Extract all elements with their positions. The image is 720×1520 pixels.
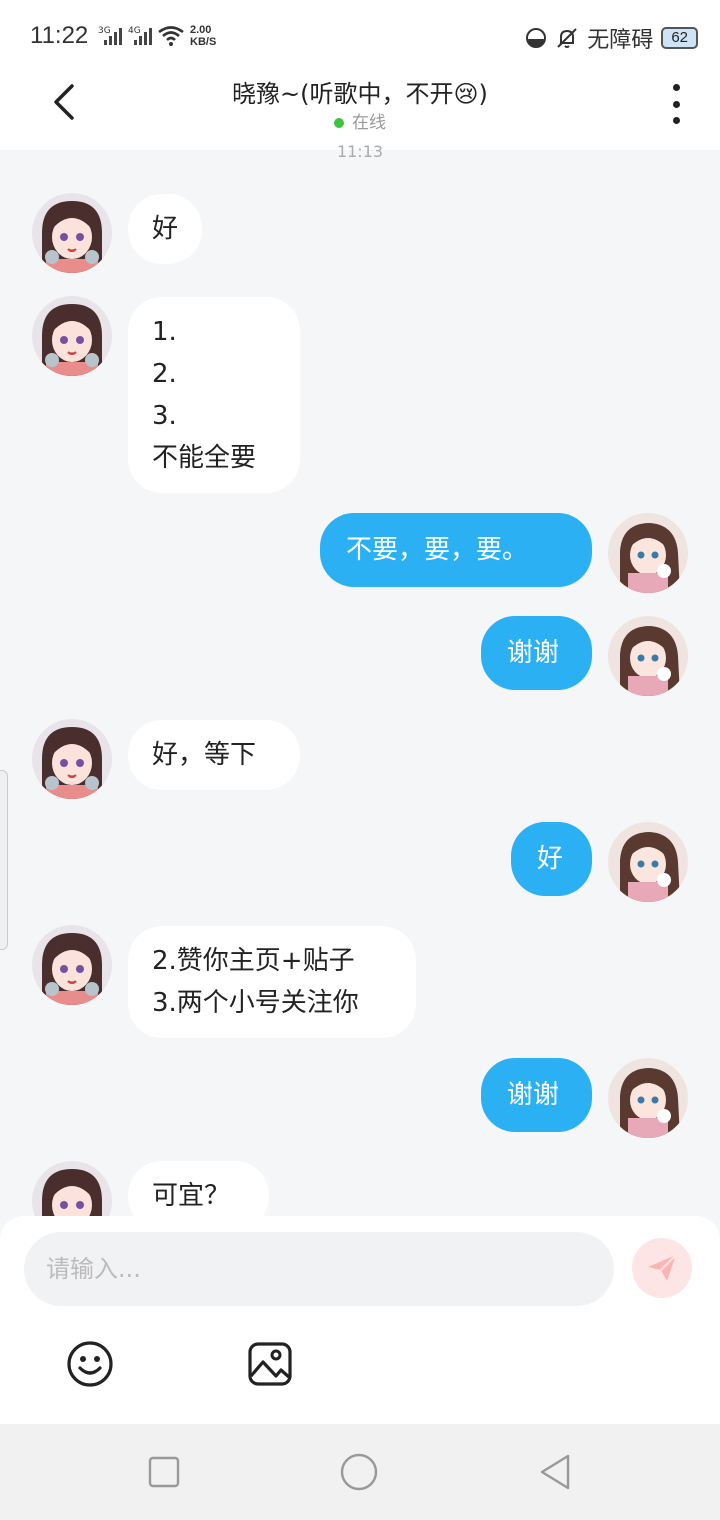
contact-avatar[interactable]	[32, 925, 112, 1005]
speed-unit: KB/S	[190, 36, 217, 48]
message-bubble-incoming[interactable]: 可宜？	[128, 1161, 269, 1216]
battery-indicator: 62	[661, 27, 698, 49]
send-icon	[648, 1254, 677, 1281]
status-right: 无障碍 62	[525, 22, 698, 54]
online-dot	[334, 118, 344, 128]
more-vertical-icon[interactable]	[668, 84, 684, 124]
system-nav-bar	[0, 1424, 720, 1520]
message-input[interactable]: 请输入...	[24, 1232, 614, 1306]
contact-name: 晓豫~(听歌中，不开😢)	[232, 80, 488, 108]
message-bubble-outgoing[interactable]: 不要，要，要。	[320, 513, 592, 587]
status-bar: 11:22 3G 4G 2.00 KB/S 无障碍 62	[0, 0, 720, 72]
emoji-icon[interactable]	[66, 1340, 114, 1388]
message-bubble-outgoing[interactable]: 谢谢	[481, 616, 592, 690]
message-bubble-incoming[interactable]: 2.赞你主页+贴子 3.两个小号关注你	[128, 926, 416, 1038]
my-avatar[interactable]	[608, 513, 688, 593]
wifi-icon	[158, 26, 184, 46]
data-saver-icon	[526, 28, 547, 48]
message-bubble-incoming[interactable]: 好	[128, 194, 203, 264]
accessibility-label: 无障碍	[587, 28, 654, 53]
online-label: 在线	[352, 113, 386, 133]
chat-header: 晓豫~(听歌中，不开😢) 在线	[0, 72, 720, 150]
message-list[interactable]: 好 1. 2. 3. 不能全要 不要，要，要。 谢谢 好，等下 好 2.赞你主页…	[0, 150, 720, 1216]
contact-avatar[interactable]	[32, 1161, 112, 1216]
mute-bell-icon	[557, 28, 578, 48]
message-bubble-outgoing[interactable]: 好	[511, 822, 592, 896]
send-button[interactable]	[632, 1238, 692, 1298]
circle-icon[interactable]	[339, 1452, 379, 1492]
speed-value: 2.00	[190, 24, 212, 36]
status-time: 11:22	[30, 22, 89, 49]
contact-avatar[interactable]	[32, 296, 112, 376]
square-icon[interactable]	[144, 1452, 184, 1492]
triangle-icon[interactable]	[536, 1452, 576, 1492]
side-drawer-handle[interactable]	[0, 770, 8, 950]
my-avatar[interactable]	[608, 1058, 688, 1138]
signal-icon-1	[104, 27, 122, 45]
my-avatar[interactable]	[608, 822, 688, 902]
my-avatar[interactable]	[608, 616, 688, 696]
contact-avatar[interactable]	[32, 193, 112, 273]
message-bubble-outgoing[interactable]: 谢谢	[481, 1058, 592, 1132]
image-icon[interactable]	[246, 1340, 294, 1388]
message-bubble-incoming[interactable]: 1. 2. 3. 不能全要	[128, 297, 300, 493]
network-speed: 2.00 KB/S	[190, 24, 216, 48]
signal-icon-2	[134, 27, 152, 45]
message-bubble-incoming[interactable]: 好，等下	[128, 720, 300, 790]
online-status: 在线	[0, 108, 720, 133]
contact-avatar[interactable]	[32, 719, 112, 799]
composer: 请输入...	[0, 1216, 720, 1424]
